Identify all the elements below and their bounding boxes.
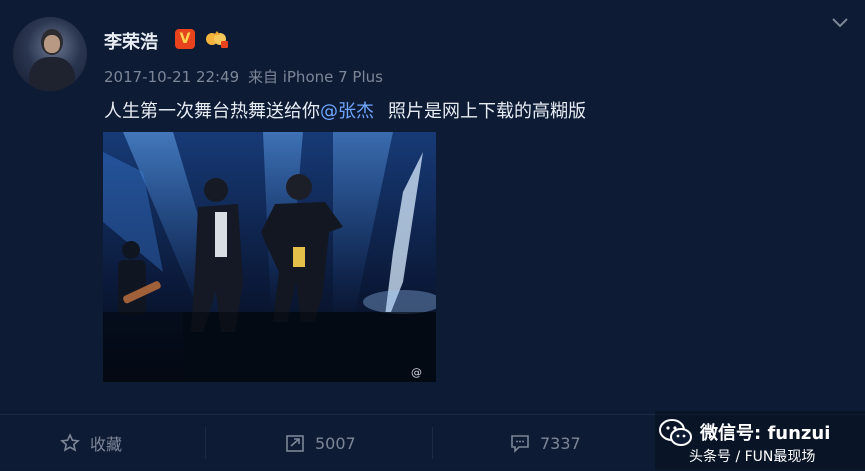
repost-icon [286, 435, 304, 452]
repost-count: 5007 [315, 433, 356, 453]
divider [205, 427, 206, 459]
v-badge-icon[interactable]: V [175, 29, 195, 49]
username[interactable]: 李荣浩 [104, 28, 158, 54]
star-icon [60, 433, 80, 452]
comment-icon [511, 435, 529, 453]
watermark-line1: 微信号: funzui [700, 423, 831, 444]
post-text-after: 照片是网上下载的高糊版 [388, 101, 586, 122]
image-watermark: @ [411, 366, 422, 379]
divider [432, 427, 433, 459]
comment-button[interactable]: 7337 [510, 415, 581, 471]
repost-button[interactable]: 5007 [285, 415, 356, 471]
favorite-button[interactable]: 收藏 [60, 415, 122, 471]
post-text: 人生第一次舞台热舞送给你@张杰 照片是网上下载的高糊版 [104, 97, 586, 123]
crown-badge-icon[interactable] [205, 29, 229, 49]
watermark-line2: 头条号 / FUN最现场 [689, 449, 816, 465]
favorite-label: 收藏 [90, 435, 123, 454]
timestamp[interactable]: 2017-10-21 22:49 [104, 68, 239, 86]
post-text-before: 人生第一次舞台热舞送给你 [104, 101, 320, 122]
mention-link[interactable]: @张杰 [320, 101, 374, 122]
comment-count: 7337 [540, 433, 581, 453]
source: 来自 iPhone 7 Plus [247, 68, 383, 86]
chevron-down-icon[interactable] [831, 16, 849, 30]
avatar[interactable] [13, 17, 87, 91]
post-meta: 2017-10-21 22:49 来自 iPhone 7 Plus [104, 66, 383, 87]
post-image[interactable] [103, 132, 436, 382]
wechat-icon [659, 419, 692, 446]
weibo-post: 李荣浩 V 2017-10-21 22:49 来自 iPhone 7 Plus … [0, 0, 865, 470]
